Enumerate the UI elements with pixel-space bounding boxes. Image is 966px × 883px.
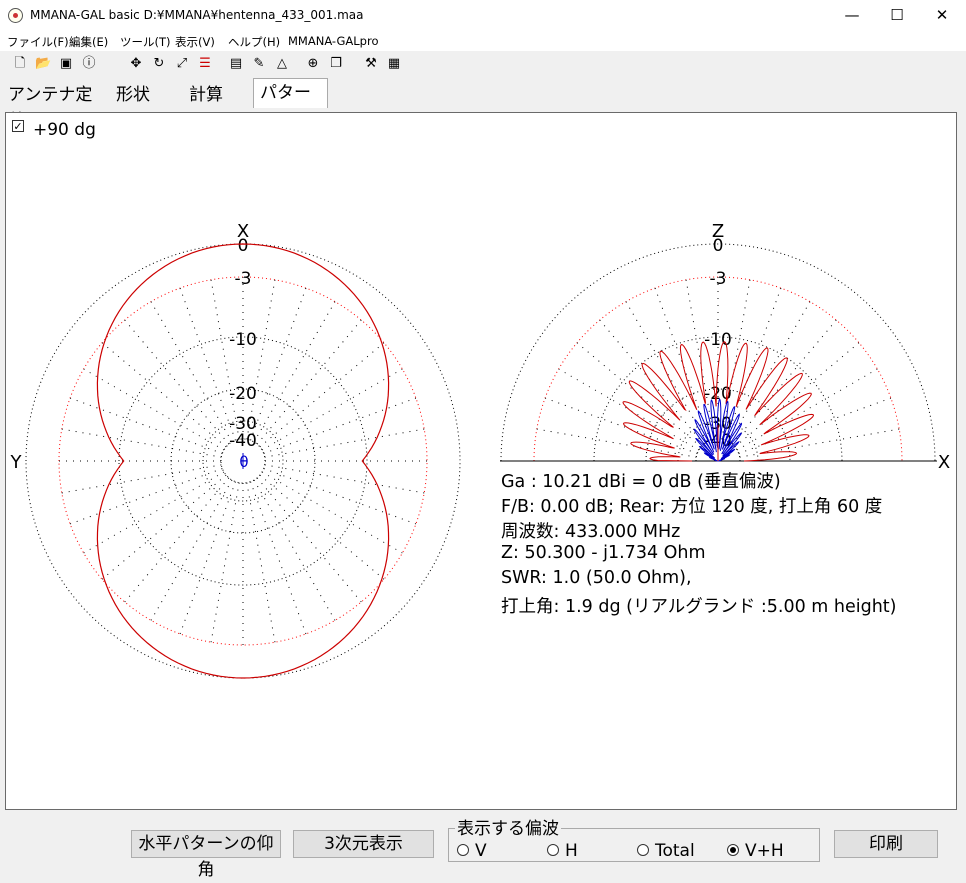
info-frequency: 周波数: 433.000 MHz (501, 522, 681, 542)
grid-spoke (61, 464, 222, 494)
grid-spoke (264, 464, 425, 494)
radio-h-label: H (565, 841, 578, 861)
grid-spoke (150, 479, 233, 621)
radio-v-label: V (475, 841, 487, 861)
polarization-group-label: 表示する偏波 (455, 819, 561, 839)
grid-spoke (69, 397, 223, 454)
info-fb: F/B: 0.00 dB; Rear: 方位 120 度, 打上角 60 度 (501, 497, 883, 517)
grid-spoke (83, 471, 225, 554)
ring-label: -40 (229, 431, 257, 451)
grid-spoke (69, 468, 223, 525)
grid-spoke (261, 471, 403, 554)
ring-label: -3 (710, 269, 727, 289)
info-impedance: Z: 50.300 - j1.734 Ohm (501, 543, 706, 563)
grid-spoke (124, 319, 230, 445)
grid-spoke (256, 477, 362, 603)
plus90-checkbox[interactable]: ✓ (12, 120, 24, 132)
pattern-plots: 0-3-10-20-30-40 0-3-10-20-30-40 X Y θ Z … (10, 221, 950, 679)
grid-spoke (83, 368, 225, 451)
grid-spoke (150, 301, 233, 443)
info-elevation: 打上角: 1.9 dg (リアルグランド :5.00 m height) (501, 597, 897, 617)
grid-spoke (101, 474, 227, 580)
grid-spoke (253, 301, 336, 443)
ring-label: -3 (235, 269, 252, 289)
vertical-pattern-plot: 0-3-10-20-30-40 (500, 236, 937, 462)
grid-spoke (259, 342, 385, 448)
ring-label: -10 (229, 330, 257, 350)
grid-spoke (256, 319, 362, 445)
radio-h[interactable] (547, 844, 559, 856)
plus90-label: +90 dg (33, 120, 96, 140)
grid-spoke (728, 301, 811, 443)
radio-v-plus-h-label: V+H (745, 841, 784, 861)
grid-spoke (259, 474, 385, 580)
grid-spoke (725, 287, 782, 441)
grid-spoke (261, 368, 403, 451)
grid-spoke (576, 342, 702, 448)
radio-total-label: Total (655, 841, 695, 861)
info-swr: SWR: 1.0 (50.0 Ohm), (501, 568, 692, 588)
grid-spoke (124, 477, 230, 603)
horizontal-left-label: Y (10, 452, 23, 473)
grid-spoke (246, 482, 276, 643)
vertical-right-label: X (938, 452, 950, 473)
ring-label: -20 (229, 384, 257, 404)
grid-spoke (250, 287, 307, 441)
view-3d-button[interactable]: 3次元表示 (293, 830, 434, 858)
grid-spoke (731, 319, 837, 445)
horizontal-center-label: θ (239, 453, 248, 471)
grid-spoke (179, 481, 236, 635)
grid-spoke (210, 482, 240, 643)
radio-v-plus-h[interactable] (727, 844, 739, 856)
grid-spoke (263, 397, 417, 454)
grid-spoke (734, 342, 860, 448)
elevation-angle-button[interactable]: 水平パターンの仰角 (131, 830, 281, 880)
grid-spoke (253, 479, 336, 621)
grid-spoke (536, 428, 697, 458)
grid-spoke (544, 397, 698, 454)
info-gain: Ga : 10.21 dBi = 0 dB (垂直偏波) (501, 472, 781, 492)
radio-total[interactable] (637, 844, 649, 856)
horizontal-top-label: X (237, 221, 249, 242)
grid-spoke (61, 428, 222, 458)
grid-spoke (179, 287, 236, 441)
grid-spoke (101, 342, 227, 448)
grid-spoke (250, 481, 307, 635)
vertical-top-label: Z (712, 221, 724, 242)
grid-spoke (264, 428, 425, 458)
radio-v[interactable] (457, 844, 469, 856)
grid-spoke (263, 468, 417, 525)
ring-label: -10 (704, 330, 732, 350)
print-button[interactable]: 印刷 (834, 830, 938, 858)
